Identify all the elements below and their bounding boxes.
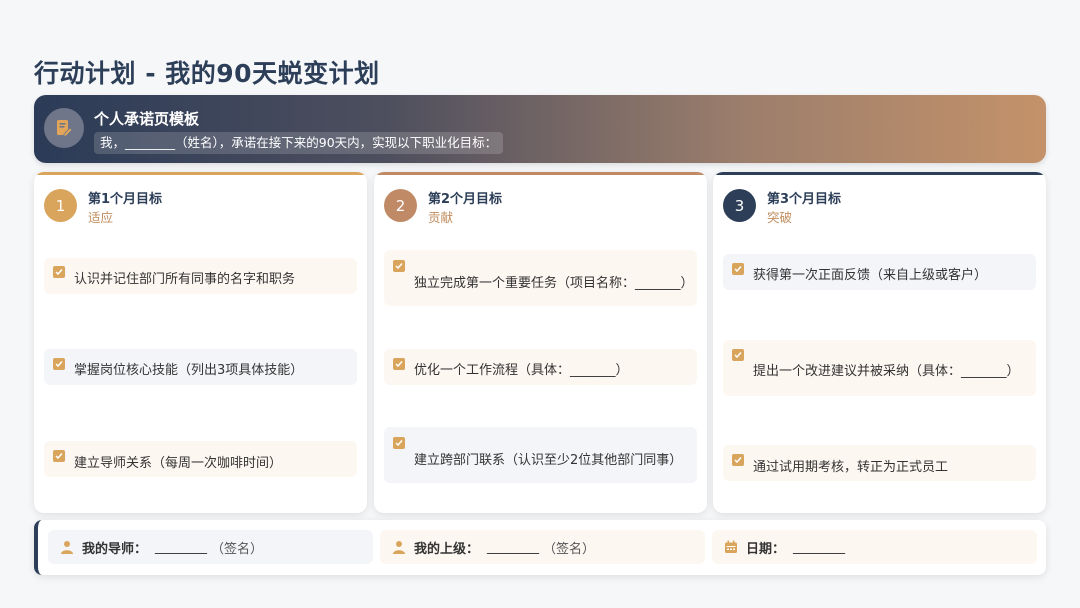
supervisor-label: 我的上级： <box>414 541 480 557</box>
goal-text: 独立完成第一个重要任务（项目名称：_______） <box>414 276 694 291</box>
goal-text: 获得第一次正面反馈（来自上级或客户） <box>753 268 988 283</box>
month-title: 第1个月目标 <box>88 192 163 207</box>
supervisor-blank: ________ <box>487 539 540 555</box>
commitment-banner: 个人承诺页模板 我，________（姓名），承诺在接下来的90天内，实现以下职… <box>34 95 1046 163</box>
mentor-signature-field[interactable]: 我的导师： ________ （签名） <box>48 530 373 564</box>
supervisor-signature-field[interactable]: 我的上级： ________ （签名） <box>380 530 705 564</box>
goal-item[interactable]: 掌握岗位核心技能（列出3项具体技能） <box>44 349 357 385</box>
commitment-text: 我，________（姓名），承诺在接下来的90天内，实现以下职业化目标： <box>94 132 504 154</box>
goal-text: 认识并记住部门所有同事的名字和职务 <box>74 272 296 287</box>
mentor-blank: ________ <box>155 539 208 555</box>
month-number-badge: 1 <box>44 189 77 222</box>
banner-title: 个人承诺页模板 <box>94 110 200 128</box>
goal-text: 通过试用期考核，转正为正式员工 <box>753 460 949 475</box>
date-label: 日期： <box>746 541 786 557</box>
checkbox-icon[interactable] <box>53 266 65 278</box>
checkbox-icon[interactable] <box>732 349 744 361</box>
checkbox-icon[interactable] <box>732 263 744 275</box>
person-icon <box>60 540 74 554</box>
card-accent-bar <box>713 172 1046 175</box>
goal-text: 建立导师关系（每周一次咖啡时间） <box>74 456 283 471</box>
month-number-badge: 3 <box>723 189 756 222</box>
checkbox-icon[interactable] <box>393 260 405 272</box>
checkbox-icon[interactable] <box>393 358 405 370</box>
signature-bar: 我的导师： ________ （签名） 我的上级： ________ （签名） … <box>34 520 1046 575</box>
month-2-card: 2 第2个月目标 贡献 独立完成第一个重要任务（项目名称：_______） 优化… <box>374 172 707 513</box>
goal-text: 提出一个改进建议并被采纳（具体：_______） <box>753 364 1020 379</box>
checkbox-icon[interactable] <box>53 358 65 370</box>
checkbox-icon[interactable] <box>53 450 65 462</box>
edit-document-icon <box>44 108 84 148</box>
month-subtitle: 适应 <box>88 210 114 225</box>
goal-text: 掌握岗位核心技能（列出3项具体技能） <box>74 363 304 378</box>
month-subtitle: 贡献 <box>428 210 454 225</box>
page-title: 行动计划 - 我的90天蜕变计划 <box>34 59 380 88</box>
goal-item[interactable]: 获得第一次正面反馈（来自上级或客户） <box>723 254 1036 290</box>
date-field[interactable]: 日期： ________ <box>712 530 1037 564</box>
mentor-note: （签名） <box>211 541 264 557</box>
month-subtitle: 突破 <box>767 210 793 225</box>
goal-item[interactable]: 提出一个改进建议并被采纳（具体：_______） <box>723 340 1036 396</box>
calendar-icon <box>724 540 738 554</box>
goal-item[interactable]: 通过试用期考核，转正为正式员工 <box>723 445 1036 481</box>
goal-item[interactable]: 建立跨部门联系（认识至少2位其他部门同事） <box>384 427 697 483</box>
date-blank: ________ <box>793 539 846 555</box>
mentor-label: 我的导师： <box>82 541 148 557</box>
month-number-badge: 2 <box>384 189 417 222</box>
person-icon <box>392 540 406 554</box>
supervisor-note: （签名） <box>543 541 596 557</box>
month-3-card: 3 第3个月目标 突破 获得第一次正面反馈（来自上级或客户） 提出一个改进建议并… <box>713 172 1046 513</box>
checkbox-icon[interactable] <box>732 454 744 466</box>
month-title: 第2个月目标 <box>428 192 503 207</box>
goal-item[interactable]: 建立导师关系（每周一次咖啡时间） <box>44 441 357 477</box>
goal-item[interactable]: 优化一个工作流程（具体：_______） <box>384 349 697 385</box>
goal-text: 优化一个工作流程（具体：_______） <box>414 363 629 378</box>
month-title: 第3个月目标 <box>767 192 842 207</box>
goal-item[interactable]: 独立完成第一个重要任务（项目名称：_______） <box>384 250 697 306</box>
month-1-card: 1 第1个月目标 适应 认识并记住部门所有同事的名字和职务 掌握岗位核心技能（列… <box>34 172 367 513</box>
checkbox-icon[interactable] <box>393 437 405 449</box>
card-accent-bar <box>374 172 707 175</box>
goal-item[interactable]: 认识并记住部门所有同事的名字和职务 <box>44 258 357 294</box>
card-accent-bar <box>34 172 367 175</box>
goal-text: 建立跨部门联系（认识至少2位其他部门同事） <box>414 453 683 468</box>
